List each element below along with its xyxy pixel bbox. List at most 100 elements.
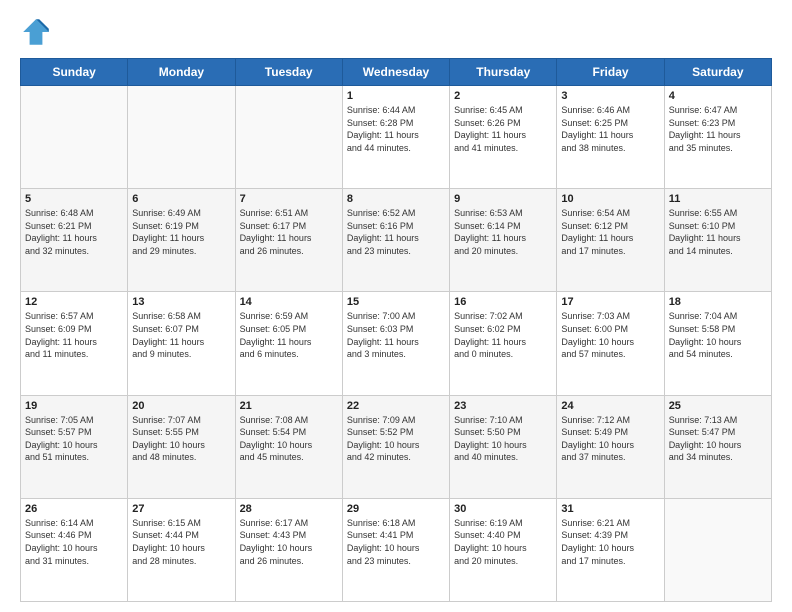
- day-number: 19: [25, 400, 123, 412]
- calendar-body: 1 Sunrise: 6:44 AM Sunset: 6:28 PM Daylig…: [21, 86, 772, 602]
- day-number: 25: [669, 400, 767, 412]
- day-number: 2: [454, 90, 552, 102]
- calendar-cell: 13 Sunrise: 6:58 AM Sunset: 6:07 PM Dayli…: [128, 292, 235, 395]
- day-info: Sunrise: 6:51 AM Sunset: 6:17 PM Dayligh…: [240, 207, 338, 257]
- calendar-header: SundayMondayTuesdayWednesdayThursdayFrid…: [21, 59, 772, 86]
- weekday-header-friday: Friday: [557, 59, 664, 86]
- day-info: Sunrise: 6:18 AM Sunset: 4:41 PM Dayligh…: [347, 517, 445, 567]
- day-number: 5: [25, 193, 123, 205]
- calendar-week-0: 1 Sunrise: 6:44 AM Sunset: 6:28 PM Daylig…: [21, 86, 772, 189]
- day-info: Sunrise: 7:02 AM Sunset: 6:02 PM Dayligh…: [454, 310, 552, 360]
- day-info: Sunrise: 6:19 AM Sunset: 4:40 PM Dayligh…: [454, 517, 552, 567]
- day-info: Sunrise: 6:55 AM Sunset: 6:10 PM Dayligh…: [669, 207, 767, 257]
- calendar-cell: 4Sunrise: 6:47 AM Sunset: 6:23 PM Daylig…: [664, 86, 771, 189]
- day-info: Sunrise: 6:58 AM Sunset: 6:07 PM Dayligh…: [132, 310, 230, 360]
- calendar-cell: 2Sunrise: 6:45 AM Sunset: 6:26 PM Daylig…: [450, 86, 557, 189]
- day-number: 22: [347, 400, 445, 412]
- day-info: Sunrise: 7:04 AM Sunset: 5:58 PM Dayligh…: [669, 310, 767, 360]
- calendar-week-3: 19 Sunrise: 7:05 AM Sunset: 5:57 PM Dayli…: [21, 395, 772, 498]
- calendar-cell: 16 Sunrise: 7:02 AM Sunset: 6:02 PM Dayli…: [450, 292, 557, 395]
- day-number: 20: [132, 400, 230, 412]
- calendar-cell: 27 Sunrise: 6:15 AM Sunset: 4:44 PM Dayli…: [128, 498, 235, 601]
- day-number: 16: [454, 296, 552, 308]
- calendar-cell: [664, 498, 771, 601]
- calendar-cell: 3Sunrise: 6:46 AM Sunset: 6:25 PM Daylig…: [557, 86, 664, 189]
- day-number: 7: [240, 193, 338, 205]
- day-number: 9: [454, 193, 552, 205]
- day-number: 30: [454, 503, 552, 515]
- day-info: Sunrise: 7:10 AM Sunset: 5:50 PM Dayligh…: [454, 414, 552, 464]
- weekday-header-wednesday: Wednesday: [342, 59, 449, 86]
- calendar-cell: 31 Sunrise: 6:21 AM Sunset: 4:39 PM Dayli…: [557, 498, 664, 601]
- day-number: 15: [347, 296, 445, 308]
- calendar-week-2: 12Sunrise: 6:57 AM Sunset: 6:09 PM Dayli…: [21, 292, 772, 395]
- day-info: Sunrise: 7:13 AM Sunset: 5:47 PM Dayligh…: [669, 414, 767, 464]
- day-info: Sunrise: 6:14 AM Sunset: 4:46 PM Dayligh…: [25, 517, 123, 567]
- calendar-cell: 24Sunrise: 7:12 AM Sunset: 5:49 PM Dayli…: [557, 395, 664, 498]
- day-number: 18: [669, 296, 767, 308]
- day-info: Sunrise: 7:05 AM Sunset: 5:57 PM Dayligh…: [25, 414, 123, 464]
- day-number: 26: [25, 503, 123, 515]
- calendar-cell: 11 Sunrise: 6:55 AM Sunset: 6:10 PM Dayli…: [664, 189, 771, 292]
- calendar-cell: 25 Sunrise: 7:13 AM Sunset: 5:47 PM Dayli…: [664, 395, 771, 498]
- calendar-cell: 21 Sunrise: 7:08 AM Sunset: 5:54 PM Dayli…: [235, 395, 342, 498]
- calendar-week-4: 26 Sunrise: 6:14 AM Sunset: 4:46 PM Dayli…: [21, 498, 772, 601]
- day-number: 31: [561, 503, 659, 515]
- day-info: Sunrise: 6:47 AM Sunset: 6:23 PM Dayligh…: [669, 104, 767, 154]
- calendar-cell: 30 Sunrise: 6:19 AM Sunset: 4:40 PM Dayli…: [450, 498, 557, 601]
- day-info: Sunrise: 6:17 AM Sunset: 4:43 PM Dayligh…: [240, 517, 338, 567]
- weekday-row: SundayMondayTuesdayWednesdayThursdayFrid…: [21, 59, 772, 86]
- day-info: Sunrise: 6:59 AM Sunset: 6:05 PM Dayligh…: [240, 310, 338, 360]
- weekday-header-thursday: Thursday: [450, 59, 557, 86]
- calendar-cell: 19 Sunrise: 7:05 AM Sunset: 5:57 PM Dayli…: [21, 395, 128, 498]
- day-number: 24: [561, 400, 659, 412]
- day-number: 12: [25, 296, 123, 308]
- day-number: 14: [240, 296, 338, 308]
- day-number: 11: [669, 193, 767, 205]
- calendar-cell: 26 Sunrise: 6:14 AM Sunset: 4:46 PM Dayli…: [21, 498, 128, 601]
- day-number: 1: [347, 90, 445, 102]
- day-info: Sunrise: 6:21 AM Sunset: 4:39 PM Dayligh…: [561, 517, 659, 567]
- calendar-cell: 1 Sunrise: 6:44 AM Sunset: 6:28 PM Daylig…: [342, 86, 449, 189]
- day-info: Sunrise: 6:49 AM Sunset: 6:19 PM Dayligh…: [132, 207, 230, 257]
- day-number: 3: [561, 90, 659, 102]
- calendar-cell: 14 Sunrise: 6:59 AM Sunset: 6:05 PM Dayli…: [235, 292, 342, 395]
- weekday-header-monday: Monday: [128, 59, 235, 86]
- weekday-header-tuesday: Tuesday: [235, 59, 342, 86]
- day-info: Sunrise: 6:15 AM Sunset: 4:44 PM Dayligh…: [132, 517, 230, 567]
- calendar-week-1: 5 Sunrise: 6:48 AM Sunset: 6:21 PM Daylig…: [21, 189, 772, 292]
- calendar-cell: 23 Sunrise: 7:10 AM Sunset: 5:50 PM Dayli…: [450, 395, 557, 498]
- day-info: Sunrise: 7:07 AM Sunset: 5:55 PM Dayligh…: [132, 414, 230, 464]
- day-number: 21: [240, 400, 338, 412]
- day-number: 27: [132, 503, 230, 515]
- calendar-table: SundayMondayTuesdayWednesdayThursdayFrid…: [20, 58, 772, 602]
- calendar-cell: 5 Sunrise: 6:48 AM Sunset: 6:21 PM Daylig…: [21, 189, 128, 292]
- day-info: Sunrise: 7:09 AM Sunset: 5:52 PM Dayligh…: [347, 414, 445, 464]
- day-info: Sunrise: 6:44 AM Sunset: 6:28 PM Dayligh…: [347, 104, 445, 154]
- weekday-header-saturday: Saturday: [664, 59, 771, 86]
- calendar-cell: 7 Sunrise: 6:51 AM Sunset: 6:17 PM Daylig…: [235, 189, 342, 292]
- calendar-cell: 15 Sunrise: 7:00 AM Sunset: 6:03 PM Dayli…: [342, 292, 449, 395]
- calendar-cell: [235, 86, 342, 189]
- day-info: Sunrise: 7:00 AM Sunset: 6:03 PM Dayligh…: [347, 310, 445, 360]
- day-number: 28: [240, 503, 338, 515]
- day-number: 10: [561, 193, 659, 205]
- calendar-cell: 10Sunrise: 6:54 AM Sunset: 6:12 PM Dayli…: [557, 189, 664, 292]
- day-number: 17: [561, 296, 659, 308]
- calendar-cell: 28 Sunrise: 6:17 AM Sunset: 4:43 PM Dayli…: [235, 498, 342, 601]
- day-info: Sunrise: 6:48 AM Sunset: 6:21 PM Dayligh…: [25, 207, 123, 257]
- day-number: 13: [132, 296, 230, 308]
- day-info: Sunrise: 7:03 AM Sunset: 6:00 PM Dayligh…: [561, 310, 659, 360]
- day-number: 6: [132, 193, 230, 205]
- calendar-cell: 8Sunrise: 6:52 AM Sunset: 6:16 PM Daylig…: [342, 189, 449, 292]
- day-number: 23: [454, 400, 552, 412]
- weekday-header-sunday: Sunday: [21, 59, 128, 86]
- day-number: 29: [347, 503, 445, 515]
- logo-icon: [20, 16, 52, 48]
- calendar-cell: 20 Sunrise: 7:07 AM Sunset: 5:55 PM Dayli…: [128, 395, 235, 498]
- calendar-cell: 6 Sunrise: 6:49 AM Sunset: 6:19 PM Daylig…: [128, 189, 235, 292]
- header: [20, 16, 772, 48]
- page: SundayMondayTuesdayWednesdayThursdayFrid…: [0, 0, 792, 612]
- calendar-cell: [21, 86, 128, 189]
- day-info: Sunrise: 7:08 AM Sunset: 5:54 PM Dayligh…: [240, 414, 338, 464]
